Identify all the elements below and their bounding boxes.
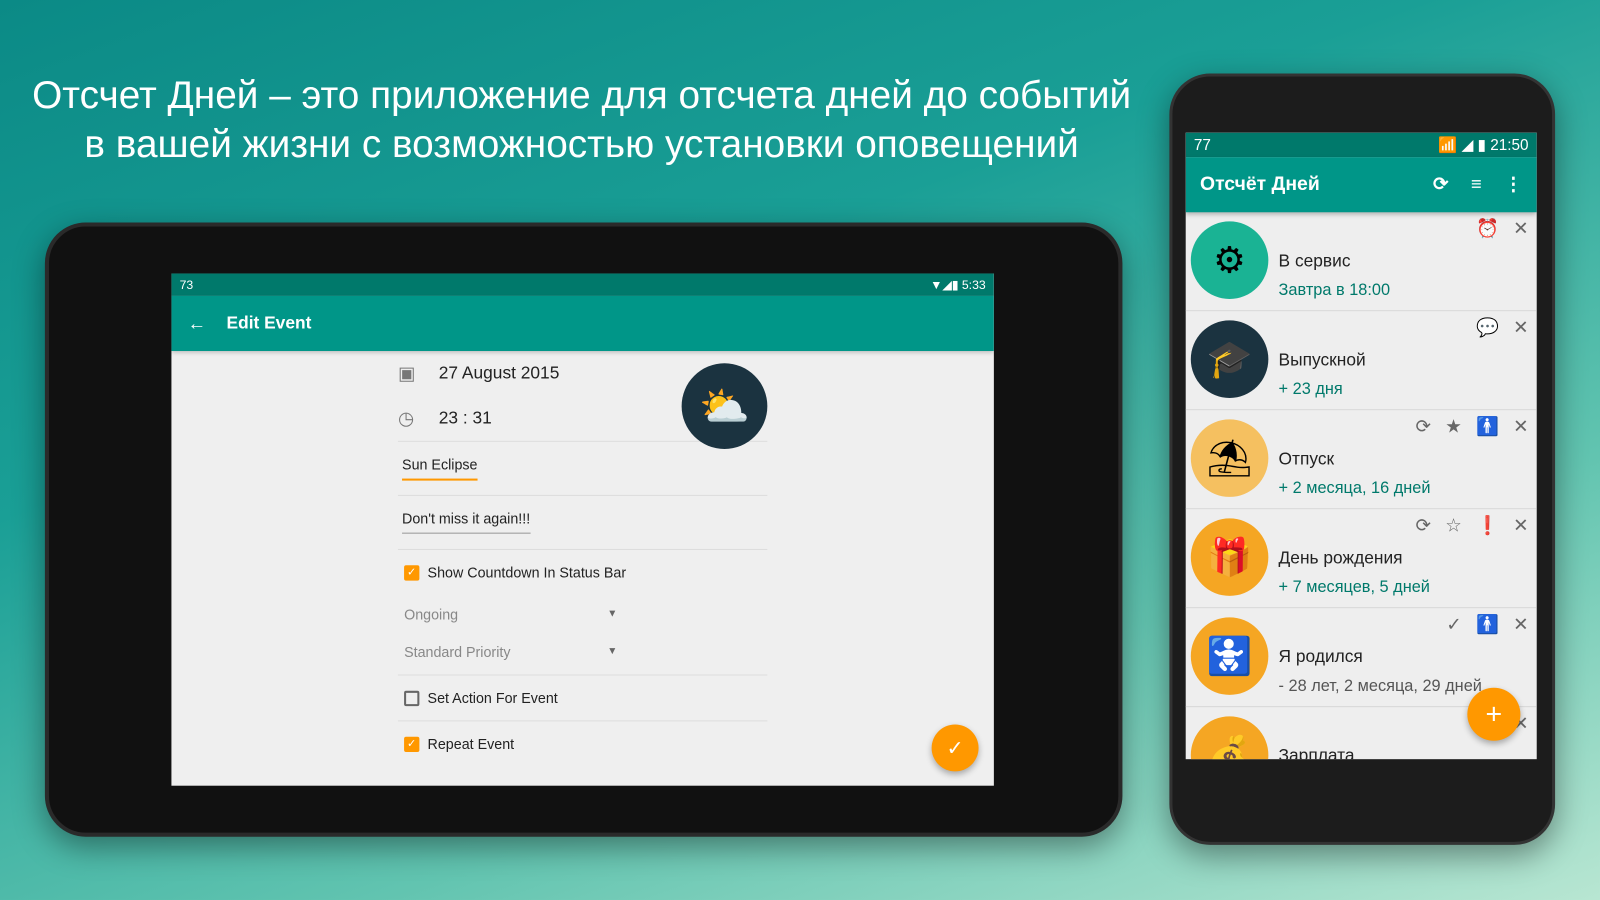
sort-icon[interactable]: ≡	[1471, 173, 1482, 193]
event-avatar: ⛱	[1190, 419, 1269, 497]
wifi-icon: 📶 ◢ ▮	[1438, 136, 1491, 155]
ongoing-dropdown[interactable]: Ongoing ▼	[398, 595, 617, 633]
clock-icon: ◷	[397, 407, 414, 429]
set-action-checkbox[interactable]: Set Action For Event	[398, 676, 767, 721]
headline: Отсчет Дней – это приложение для отсчета…	[32, 74, 1132, 167]
calendar-icon: ▣	[397, 362, 416, 384]
add-event-fab[interactable]: +	[1467, 687, 1521, 741]
save-fab[interactable]: ✓	[931, 724, 979, 772]
show-countdown-checkbox[interactable]: ✓ Show Countdown In Status Bar	[398, 550, 767, 595]
event-name: Зарплата	[1278, 745, 1355, 760]
list-item[interactable]: 🎓 Выпускной + 23 дня 💬 ✕	[1185, 311, 1537, 411]
action-icon[interactable]: ☆	[1445, 515, 1461, 536]
event-name: Отпуск	[1278, 448, 1335, 469]
action-icon[interactable]: ⏰	[1476, 218, 1499, 239]
status-bar: 73 ▼◢▮ 5:33	[171, 273, 994, 296]
title-input[interactable]: Sun Eclipse	[402, 456, 478, 481]
toolbar: ← Edit Event	[171, 295, 994, 352]
refresh-icon[interactable]: ⟳	[1433, 173, 1448, 193]
checkbox-checked-icon: ✓	[404, 736, 420, 752]
toolbar: Отсчёт Дней ⟳ ≡ ⋮	[1185, 157, 1537, 213]
event-avatar: ⚙	[1190, 221, 1269, 299]
plus-icon: +	[1485, 697, 1503, 730]
checkbox-empty-icon	[404, 690, 420, 706]
close-icon[interactable]: ✕	[1513, 515, 1528, 536]
caret-down-icon: ▼	[607, 645, 618, 658]
close-icon[interactable]: ✕	[1513, 614, 1528, 635]
list-item[interactable]: 🎁 День рождения + 7 месяцев, 5 дней ⟳ ☆ ❗ ✕	[1185, 509, 1537, 609]
event-countdown: + 7 месяцев, 5 дней	[1278, 578, 1430, 596]
arrow-left-icon[interactable]: ←	[188, 313, 206, 334]
close-icon[interactable]: ✕	[1513, 317, 1528, 338]
check-icon: ✓	[946, 737, 964, 760]
list-item[interactable]: ⚙ В сервис Завтра в 18:00 ⏰ ✕	[1185, 212, 1537, 312]
checkbox-checked-icon: ✓	[404, 564, 420, 581]
event-name: День рождения	[1278, 547, 1403, 568]
repeat-event-checkbox[interactable]: ✓ Repeat Event	[398, 721, 767, 766]
close-icon[interactable]: ✕	[1513, 416, 1528, 437]
event-list: ⚙ В сервис Завтра в 18:00 ⏰ ✕ 🎓 Выпускной …	[1185, 212, 1537, 760]
priority-dropdown[interactable]: Standard Priority ▼	[398, 633, 617, 671]
status-bar: 77 📶 ◢ ▮ 21:50	[1185, 132, 1537, 158]
action-icon[interactable]: 💬	[1476, 317, 1499, 338]
page-title: Edit Event	[226, 313, 312, 333]
action-icon[interactable]: ⟳	[1416, 515, 1431, 536]
action-icon[interactable]: ✓	[1446, 614, 1461, 635]
app-title: Отсчёт Дней	[1199, 173, 1320, 195]
event-countdown: + 23 дня	[1278, 380, 1343, 398]
event-image-sun-cloud[interactable]: ⛅	[681, 363, 768, 449]
event-countdown: Завтра в 18:00	[1278, 281, 1391, 299]
event-countdown: + 2 месяца, 16 дней	[1278, 479, 1431, 497]
event-countdown: - 28 лет, 2 месяца, 29 дней	[1278, 677, 1482, 695]
action-icon[interactable]: 🚹	[1476, 614, 1499, 635]
action-icon[interactable]: ★	[1445, 416, 1461, 437]
more-vert-icon[interactable]: ⋮	[1504, 173, 1522, 193]
event-avatar: 💰	[1190, 716, 1269, 760]
event-avatar: 🚼	[1190, 617, 1269, 695]
event-avatar: 🎁	[1190, 518, 1269, 596]
phone-screen: 77 📶 ◢ ▮ 21:50 Отсчёт Дней ⟳ ≡ ⋮ ⚙ В серви…	[1185, 132, 1537, 760]
event-avatar: 🎓	[1190, 320, 1269, 398]
action-icon[interactable]: ⟳	[1416, 416, 1431, 437]
event-name: В сервис	[1278, 251, 1351, 271]
action-icon[interactable]: ❗	[1476, 515, 1499, 536]
caret-down-icon: ▼	[607, 608, 618, 620]
list-item[interactable]: ⛱ Отпуск + 2 месяца, 16 дней ⟳ ★ 🚹 ✕	[1185, 410, 1537, 510]
note-input[interactable]: Don't miss it again!!!	[402, 510, 531, 534]
event-name: Выпускной	[1278, 349, 1366, 370]
wifi-icon: ▼◢▮	[930, 277, 962, 292]
action-icon[interactable]: 🚹	[1476, 416, 1499, 437]
close-icon[interactable]: ✕	[1513, 218, 1528, 239]
notification-icon: 73	[179, 277, 194, 292]
notification-icon: 77	[1193, 136, 1211, 154]
event-name: Я родился	[1278, 646, 1363, 667]
tablet-screen: 73 ▼◢▮ 5:33 ← Edit Event ▣ 27 August 2015…	[171, 273, 994, 786]
